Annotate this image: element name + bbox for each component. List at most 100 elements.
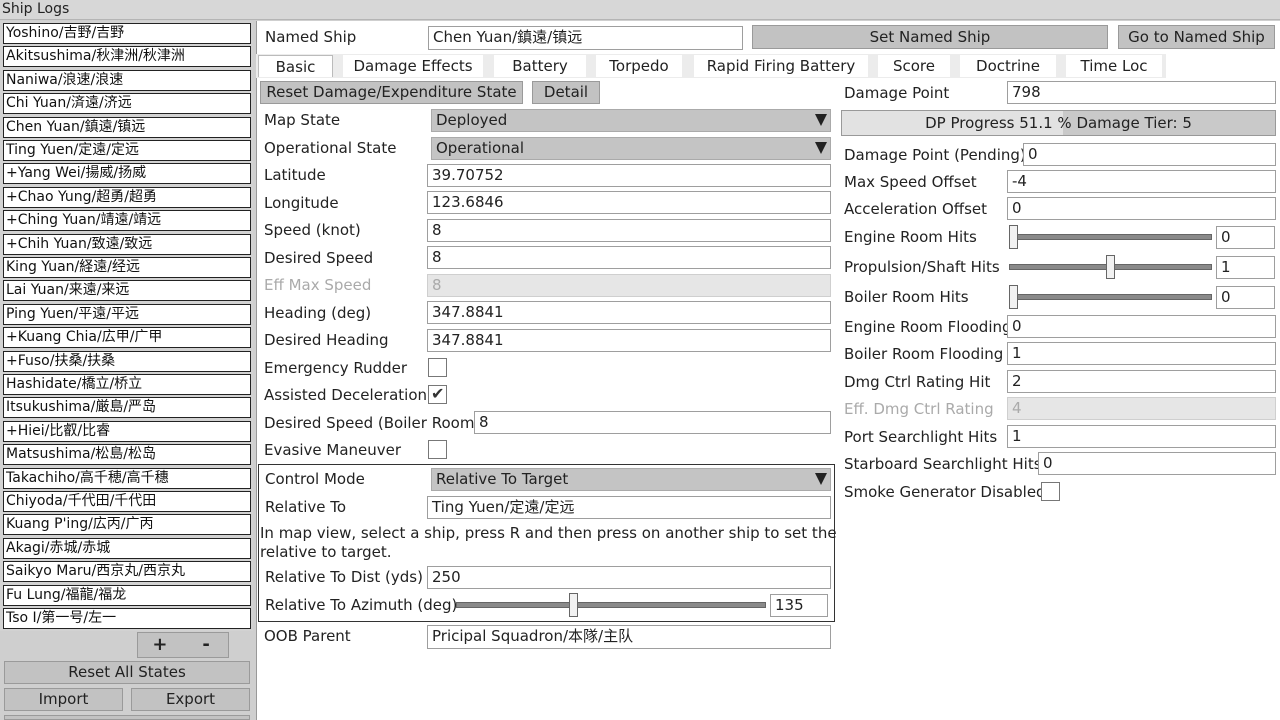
tab-score[interactable]: Score [878, 55, 950, 77]
check-mark-icon: ✔ [431, 384, 445, 403]
dp-progress-bar: DP Progress 51.1 % Damage Tier: 5 [841, 110, 1276, 136]
ship-list-item[interactable]: Naniwa/浪速/浪速 [3, 69, 251, 91]
ship-list-item[interactable]: Tso I/第一号/左一 [3, 608, 251, 629]
ship-list-item[interactable]: Ping Yuen/平遠/平远 [3, 303, 251, 325]
list-extra-button[interactable] [4, 715, 250, 720]
acceleration-offset-input[interactable]: 0 [1007, 197, 1276, 220]
desired-speed-label: Desired Speed [264, 249, 374, 267]
emergency-rudder-checkbox[interactable] [428, 358, 447, 377]
go-to-named-ship-button[interactable]: Go to Named Ship [1118, 25, 1275, 49]
ship-list-item[interactable]: Ting Yuen/定遠/定远 [3, 140, 251, 161]
propulsion-hits-input[interactable]: 1 [1216, 256, 1275, 279]
latitude-input[interactable]: 39.70752 [427, 164, 831, 187]
ship-list-item[interactable]: +Kuang Chia/広甲/广甲 [3, 327, 251, 349]
relative-to-input[interactable]: Ting Yuen/定遠/定远 [427, 496, 831, 519]
relative-azimuth-slider[interactable] [456, 602, 766, 608]
map-state-value: Deployed [436, 111, 508, 129]
ship-list-item[interactable]: +Fuso/扶桑/扶桑 [3, 350, 251, 372]
boiler-room-hits-input[interactable]: 0 [1216, 286, 1275, 309]
desired-speed-boiler-input[interactable]: 8 [474, 411, 831, 434]
reset-all-states-button[interactable]: Reset All States [4, 661, 250, 684]
operational-state-select[interactable]: Operational [431, 137, 831, 160]
dropdown-arrow-icon [815, 473, 827, 485]
ship-list-item[interactable]: Kuang P'ing/広丙/广丙 [3, 514, 251, 536]
longitude-input[interactable]: 123.6846 [427, 191, 831, 214]
ship-list: Yoshino/吉野/吉野 Akitsushima/秋津洲/秋津洲 Naniwa/浪… [0, 21, 253, 631]
tab-basic[interactable]: Basic [258, 55, 333, 77]
engine-room-hits-slider[interactable] [1009, 234, 1212, 240]
ship-list-item[interactable]: Yoshino/吉野/吉野 [3, 23, 251, 44]
detail-button[interactable]: Detail [532, 81, 600, 104]
port-searchlight-hits-input[interactable]: 1 [1007, 425, 1276, 448]
ship-list-item[interactable]: Chen Yuan/鎮遠/镇远 [3, 116, 251, 138]
ship-list-item[interactable]: Saikyo Maru/西京丸/西京丸 [3, 561, 251, 583]
desired-speed-input[interactable]: 8 [427, 246, 831, 269]
map-state-label: Map State [264, 111, 341, 129]
set-named-ship-button[interactable]: Set Named Ship [752, 25, 1108, 49]
dmg-ctrl-rating-hit-label: Dmg Ctrl Rating Hit [844, 373, 991, 391]
reset-damage-button[interactable]: Reset Damage/Expenditure State [260, 81, 523, 104]
boiler-room-hits-label: Boiler Room Hits [844, 288, 969, 306]
tab-rapid-firing-battery[interactable]: Rapid Firing Battery [694, 55, 868, 77]
starboard-searchlight-hits-input[interactable]: 0 [1038, 452, 1276, 475]
assisted-deceleration-checkbox[interactable]: ✔ [428, 384, 447, 404]
tab-time-loc[interactable]: Time Loc [1066, 55, 1162, 77]
ship-list-item[interactable]: Fu Lung/福龍/福龙 [3, 584, 251, 606]
boiler-room-hits-slider-thumb[interactable] [1009, 285, 1018, 309]
tab-doctrine[interactable]: Doctrine [960, 55, 1056, 77]
damage-point-label: Damage Point [844, 84, 950, 102]
ship-list-item[interactable]: +Hiei/比叡/比睿 [3, 420, 251, 442]
named-ship-input[interactable]: Chen Yuan/鎮遠/镇远 [428, 26, 743, 50]
dp-pending-input[interactable]: 0 [1023, 143, 1276, 166]
title-bar [0, 0, 1280, 20]
add-ship-button[interactable]: + [140, 633, 180, 657]
ship-list-item[interactable]: Itsukushima/厳島/严岛 [3, 397, 251, 419]
damage-point-input[interactable]: 798 [1007, 81, 1276, 104]
ship-list-item[interactable]: Akagi/赤城/赤城 [3, 537, 251, 559]
engine-room-hits-input[interactable]: 0 [1216, 226, 1275, 249]
emergency-rudder-label: Emergency Rudder [264, 359, 408, 377]
propulsion-hits-slider-thumb[interactable] [1106, 255, 1115, 279]
map-state-select[interactable]: Deployed [431, 109, 831, 132]
relative-azimuth-input[interactable]: 135 [770, 594, 828, 617]
desired-heading-input[interactable]: 347.8841 [427, 329, 831, 352]
eff-max-speed-input: 8 [427, 274, 831, 297]
dmg-ctrl-rating-hit-input[interactable]: 2 [1007, 370, 1276, 393]
oob-parent-input[interactable]: Pricipal Squadron/本隊/主队 [427, 625, 831, 649]
ship-list-item[interactable]: +Ching Yuan/靖遠/靖远 [3, 210, 251, 232]
speed-input[interactable]: 8 [427, 219, 831, 242]
remove-ship-button[interactable]: - [186, 633, 226, 657]
tab-torpedo[interactable]: Torpedo [596, 55, 682, 77]
tab-battery[interactable]: Battery [494, 55, 586, 77]
relative-azimuth-slider-thumb[interactable] [568, 593, 578, 617]
eff-dmg-ctrl-rating-input: 4 [1007, 397, 1276, 420]
boiler-room-flooding-input[interactable]: 1 [1007, 342, 1276, 365]
ship-list-item[interactable]: Lai Yuan/来遠/来远 [3, 280, 251, 302]
longitude-label: Longitude [264, 194, 339, 212]
ship-list-item[interactable]: Takachiho/高千穂/高千穗 [3, 467, 251, 489]
evasive-maneuver-checkbox[interactable] [428, 440, 447, 459]
ship-list-item[interactable]: King Yuan/経遠/经远 [3, 257, 251, 278]
smoke-generator-checkbox[interactable] [1041, 482, 1060, 501]
tab-damage-effects[interactable]: Damage Effects [343, 55, 483, 77]
ship-list-item[interactable]: Hashidate/橋立/桥立 [3, 374, 251, 395]
relative-azimuth-label: Relative To Azimuth (deg) [265, 596, 458, 614]
import-button[interactable]: Import [4, 688, 123, 711]
relative-dist-input[interactable]: 250 [427, 566, 831, 589]
engine-room-flooding-input[interactable]: 0 [1007, 315, 1276, 338]
engine-room-hits-slider-thumb[interactable] [1009, 225, 1018, 249]
export-button[interactable]: Export [131, 688, 250, 711]
ship-list-item[interactable]: +Chao Yung/超勇/超勇 [3, 186, 251, 208]
control-mode-select[interactable]: Relative To Target [431, 468, 831, 491]
ship-list-item[interactable]: Chi Yuan/済遠/济远 [3, 93, 251, 115]
ship-list-item[interactable]: Chiyoda/千代田/千代田 [3, 491, 251, 512]
max-speed-offset-input[interactable]: -4 [1007, 170, 1276, 193]
ship-list-item[interactable]: Matsushima/松島/松岛 [3, 444, 251, 466]
boiler-room-flooding-label: Boiler Room Flooding [844, 345, 1004, 363]
heading-input[interactable]: 347.8841 [427, 301, 831, 324]
ship-list-item[interactable]: Akitsushima/秋津洲/秋津洲 [3, 46, 251, 68]
ship-list-item[interactable]: +Yang Wei/揚威/扬威 [3, 163, 251, 185]
boiler-room-hits-slider[interactable] [1009, 294, 1212, 300]
control-mode-value: Relative To Target [436, 470, 569, 488]
ship-list-item[interactable]: +Chih Yuan/致遠/致远 [3, 233, 251, 255]
